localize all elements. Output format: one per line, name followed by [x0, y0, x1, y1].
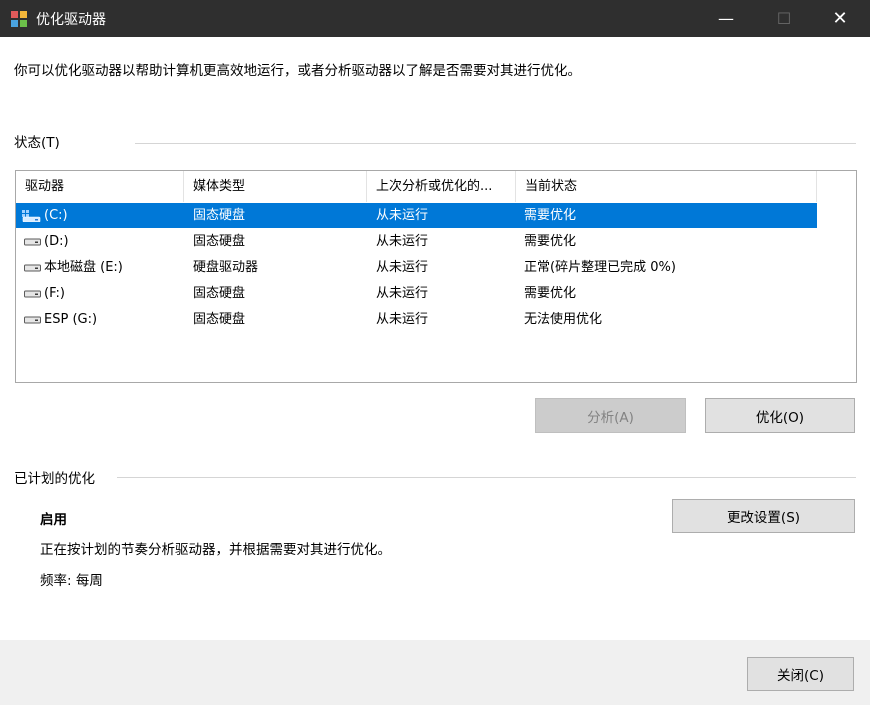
drive-row-d[interactable]: (D:) 固态硬盘 从未运行 需要优化 — [16, 229, 817, 254]
intro-text: 你可以优化驱动器以帮助计算机更高效地运行，或者分析驱动器以了解是否需要对其进行优… — [14, 63, 581, 79]
defrag-app-icon — [10, 10, 28, 28]
media-type: 固态硬盘 — [193, 286, 246, 301]
current-status: 需要优化 — [524, 234, 577, 249]
column-header-media-type[interactable]: 媒体类型 — [184, 171, 367, 202]
current-status: 无法使用优化 — [524, 312, 603, 327]
media-type: 固态硬盘 — [193, 208, 246, 223]
column-header-drive[interactable]: 驱动器 — [16, 171, 184, 202]
drive-icon — [24, 262, 41, 273]
media-type: 硬盘驱动器 — [193, 260, 259, 275]
window-title: 优化驱动器 — [36, 12, 106, 28]
media-type: 固态硬盘 — [193, 312, 246, 327]
schedule-frequency: 频率: 每周 — [40, 573, 103, 589]
drive-icon — [24, 314, 41, 325]
drive-name: (F:) — [44, 286, 65, 301]
schedule-description: 正在按计划的节奏分析驱动器，并根据需要对其进行优化。 — [40, 542, 391, 558]
last-run: 从未运行 — [376, 286, 429, 301]
last-run: 从未运行 — [376, 208, 429, 223]
drive-name: 本地磁盘 (E:) — [44, 260, 123, 275]
current-status: 正常(碎片整理已完成 0%) — [524, 260, 676, 275]
drive-row-g[interactable]: ESP (G:) 固态硬盘 从未运行 无法使用优化 — [16, 307, 817, 332]
drive-name: (D:) — [44, 234, 69, 249]
schedule-state: 启用 — [40, 512, 67, 528]
current-status: 需要优化 — [524, 286, 577, 301]
title-bar: 优化驱动器 — ☐ ✕ — [0, 0, 870, 37]
optimize-button[interactable]: 优化(O) — [705, 398, 855, 433]
scheduled-section-label: 已计划的优化 — [14, 471, 95, 487]
maximize-button[interactable]: ☐ — [758, 0, 810, 37]
drive-icon — [24, 236, 41, 247]
analyze-button[interactable]: 分析(A) — [535, 398, 686, 433]
media-type: 固态硬盘 — [193, 234, 246, 249]
drive-name: ESP (G:) — [44, 312, 98, 327]
drive-list[interactable]: 驱动器 媒体类型 上次分析或优化的... 当前状态 (C:) 固态硬盘 从未运行… — [15, 170, 857, 383]
close-button[interactable]: 关闭(C) — [747, 657, 854, 691]
scheduled-section-divider — [117, 477, 856, 478]
last-run: 从未运行 — [376, 260, 429, 275]
status-section-label: 状态(T) — [14, 135, 60, 151]
last-run: 从未运行 — [376, 234, 429, 249]
drive-name: (C:) — [44, 208, 68, 223]
drive-row-c[interactable]: (C:) 固态硬盘 从未运行 需要优化 — [16, 203, 817, 228]
last-run: 从未运行 — [376, 312, 429, 327]
change-settings-button[interactable]: 更改设置(S) — [672, 499, 855, 533]
drive-list-header: 驱动器 媒体类型 上次分析或优化的... 当前状态 — [16, 171, 856, 202]
drive-row-f[interactable]: (F:) 固态硬盘 从未运行 需要优化 — [16, 281, 817, 306]
status-section-divider — [135, 143, 856, 144]
drive-icon — [24, 288, 41, 299]
minimize-button[interactable]: — — [700, 0, 752, 37]
column-header-current-status[interactable]: 当前状态 — [516, 171, 817, 202]
drive-row-e[interactable]: 本地磁盘 (E:) 硬盘驱动器 从未运行 正常(碎片整理已完成 0%) — [16, 255, 817, 280]
current-status: 需要优化 — [524, 208, 577, 223]
system-drive-icon — [22, 210, 41, 222]
column-header-last-run[interactable]: 上次分析或优化的... — [367, 171, 516, 202]
dialog-footer: 关闭(C) — [0, 640, 870, 705]
close-window-button[interactable]: ✕ — [814, 0, 866, 37]
